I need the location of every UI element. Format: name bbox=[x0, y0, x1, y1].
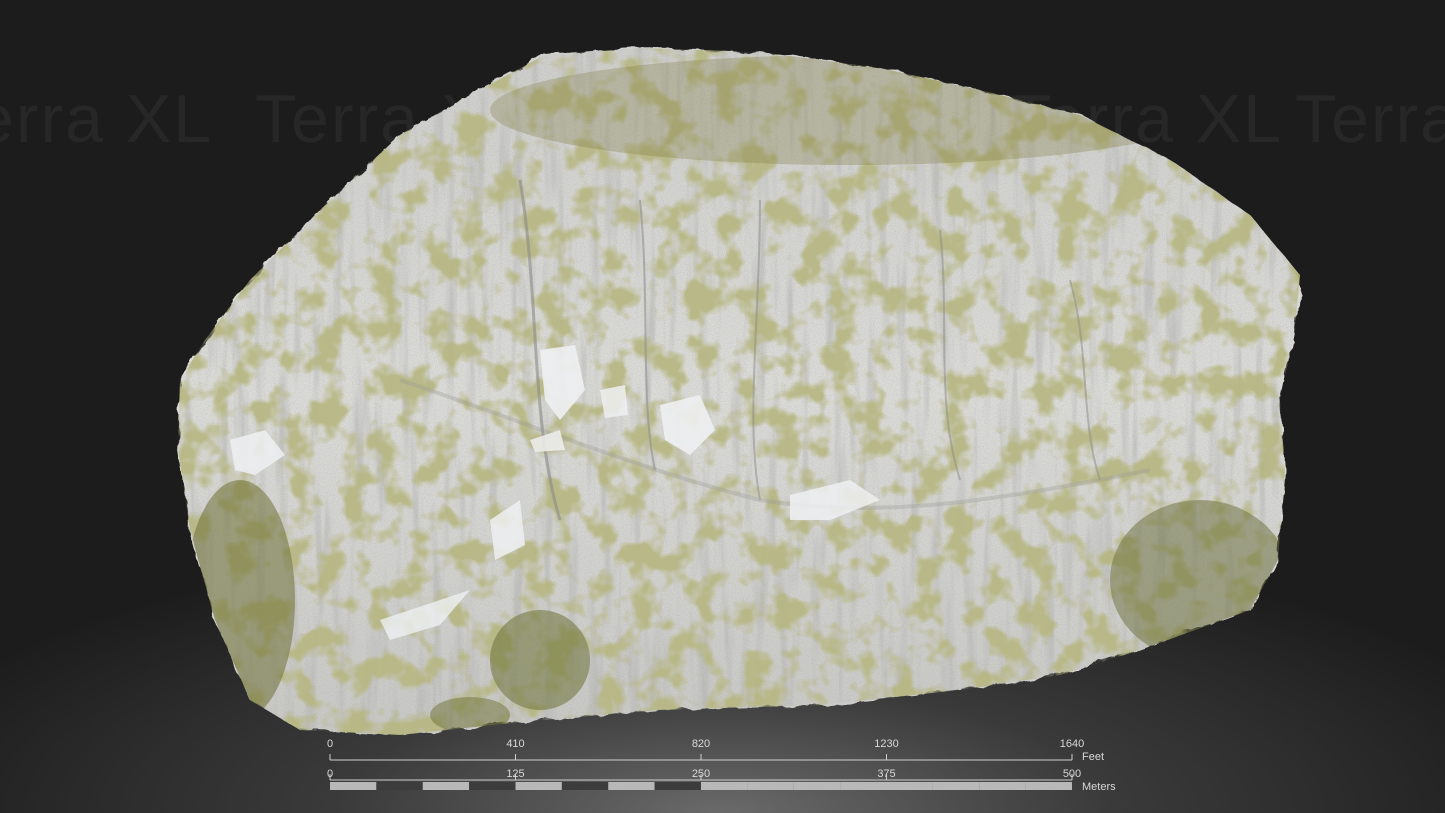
3d-model-viewport[interactable]: Terra XL Terra XL Terra XL Terra XL bbox=[0, 0, 1445, 813]
rock-model bbox=[178, 48, 1300, 735]
